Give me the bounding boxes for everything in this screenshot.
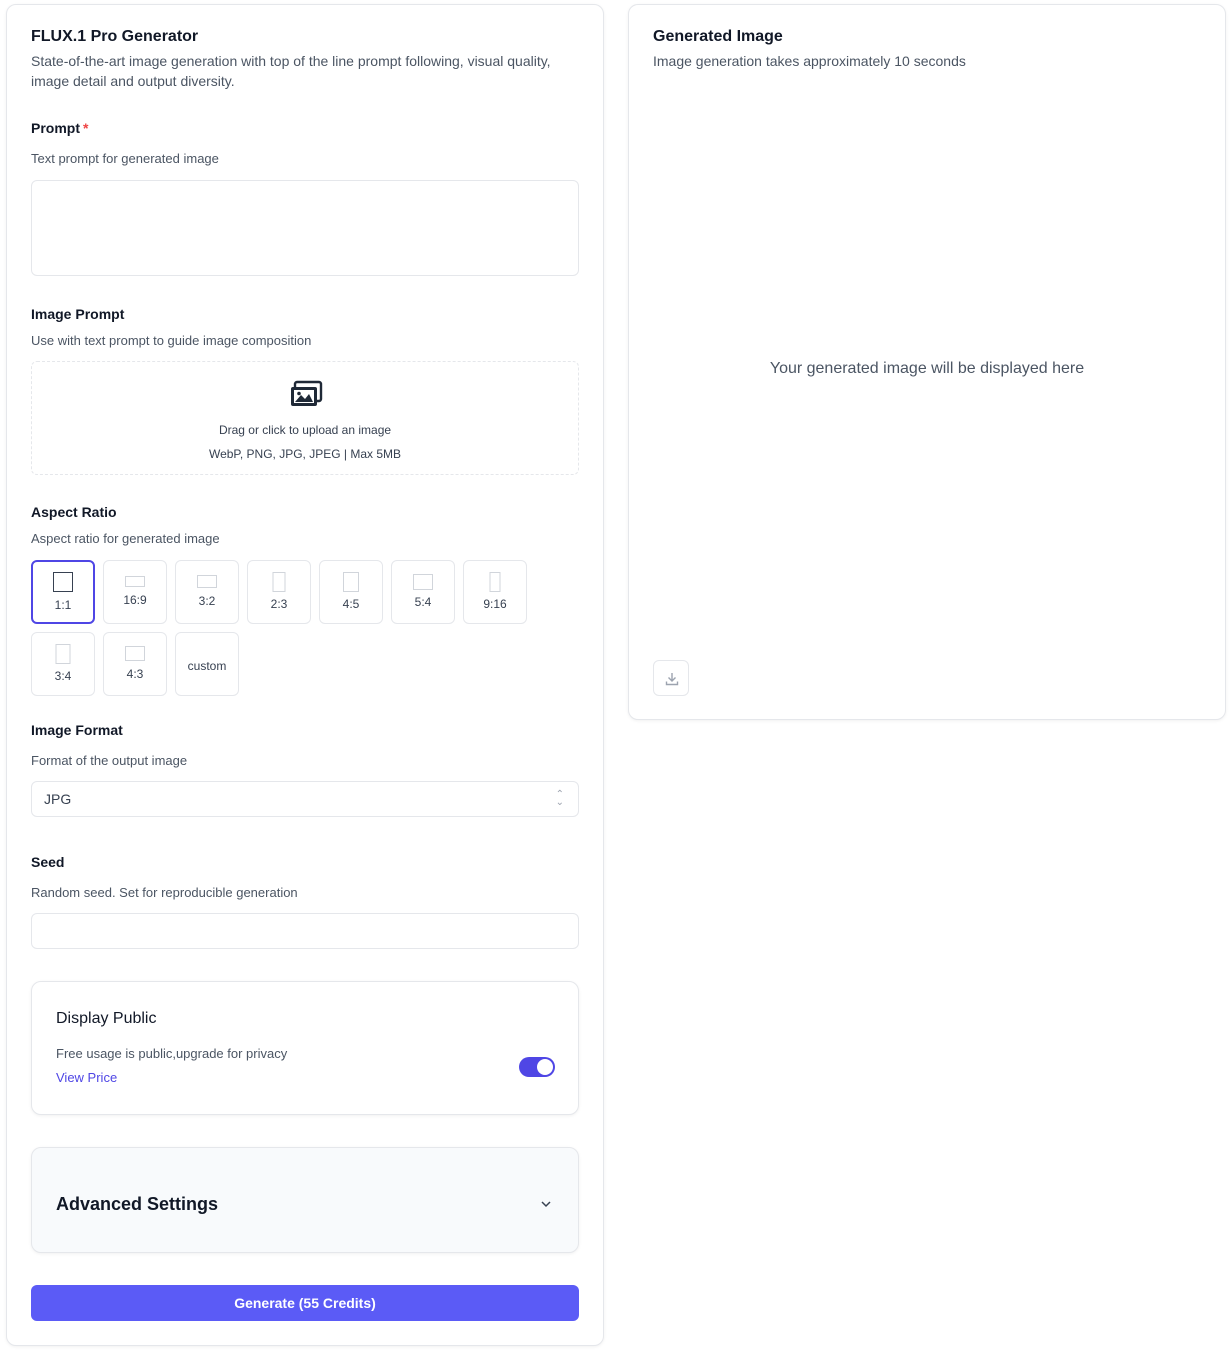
- ratio-shape: [55, 644, 71, 664]
- aspect-option-3-2[interactable]: 3:2: [175, 560, 239, 624]
- display-public-toggle[interactable]: [519, 1057, 555, 1077]
- ratio-label: 16:9: [123, 593, 147, 607]
- toggle-knob: [537, 1059, 553, 1075]
- ratio-shape: [53, 572, 73, 592]
- ratio-shape: [125, 646, 145, 661]
- output-title: Generated Image: [653, 28, 783, 45]
- prompt-label: Prompt *: [31, 120, 88, 136]
- seed-input[interactable]: [31, 913, 579, 949]
- ratio-label: 2:3: [270, 597, 288, 611]
- ratio-shape: [413, 574, 433, 590]
- generator-panel: FLUX.1 Pro Generator State-of-the-art im…: [6, 4, 604, 1346]
- output-panel: Generated Image Image generation takes a…: [628, 4, 1226, 720]
- ratio-label: 1:1: [54, 598, 72, 612]
- output-placeholder: Your generated image will be displayed h…: [769, 360, 1085, 377]
- seed-label: Seed: [31, 854, 65, 870]
- aspect-option-5-4[interactable]: 5:4: [391, 560, 455, 624]
- image-upload-dropzone[interactable]: Drag or click to upload an image WebP, P…: [31, 361, 579, 475]
- images-icon: [291, 380, 323, 406]
- aspect-option-2-3[interactable]: 2:3: [247, 560, 311, 624]
- prompt-textarea[interactable]: [31, 180, 579, 276]
- view-price-link[interactable]: View Price: [56, 1070, 117, 1085]
- download-icon: [665, 673, 679, 686]
- ratio-label: custom: [187, 659, 227, 673]
- aspect-option-4-5[interactable]: 4:5: [319, 560, 383, 624]
- ratio-label: 3:2: [198, 594, 216, 608]
- aspect-option-3-4[interactable]: 3:4: [31, 632, 95, 696]
- aspect-option-custom[interactable]: custom: [175, 632, 239, 696]
- required-mark: *: [83, 120, 89, 136]
- ratio-shape: [272, 572, 286, 592]
- generator-description: State-of-the-art image generation with t…: [31, 53, 551, 89]
- ratio-shape: [343, 572, 359, 592]
- image-format-select[interactable]: JPG ⌃ ⌄: [31, 781, 579, 817]
- ratio-shape: [489, 572, 501, 592]
- upload-formats: WebP, PNG, JPG, JPEG | Max 5MB: [208, 447, 402, 461]
- image-format-help: Format of the output image: [31, 753, 188, 768]
- aspect-option-9-16[interactable]: 9:16: [463, 560, 527, 624]
- aspect-option-1-1[interactable]: 1:1: [31, 560, 95, 624]
- aspect-ratio-help: Aspect ratio for generated image: [31, 531, 220, 546]
- aspect-option-4-3[interactable]: 4:3: [103, 632, 167, 696]
- chevron-down-icon: [541, 1201, 551, 1208]
- image-prompt-label: Image Prompt: [31, 306, 125, 322]
- download-button[interactable]: [653, 660, 689, 696]
- aspect-option-16-9[interactable]: 16:9: [103, 560, 167, 624]
- display-public-title: Display Public: [56, 1010, 157, 1027]
- prompt-help: Text prompt for generated image: [31, 151, 219, 166]
- chevron-up-down-icon: ⌃ ⌄: [555, 789, 564, 808]
- image-prompt-help: Use with text prompt to guide image comp…: [31, 333, 312, 348]
- upload-instructions: Drag or click to upload an image: [218, 423, 392, 437]
- advanced-settings-accordion[interactable]: Advanced Settings: [31, 1147, 579, 1253]
- output-subtitle: Image generation takes approximately 10 …: [653, 53, 966, 69]
- image-format-label: Image Format: [31, 722, 123, 738]
- advanced-settings-title: Advanced Settings: [56, 1194, 219, 1214]
- ratio-label: 9:16: [483, 597, 507, 611]
- ratio-shape: [197, 575, 217, 588]
- generator-title: FLUX.1 Pro Generator: [31, 28, 199, 45]
- ratio-label: 4:3: [126, 667, 144, 681]
- display-public-box: Display Public Free usage is public,upgr…: [31, 981, 579, 1115]
- ratio-label: 5:4: [414, 595, 432, 609]
- seed-help: Random seed. Set for reproducible genera…: [31, 885, 298, 900]
- ratio-shape: [125, 576, 145, 587]
- ratio-label: 3:4: [54, 669, 72, 683]
- image-format-value: JPG: [44, 791, 72, 807]
- prompt-label-text: Prompt: [31, 120, 80, 136]
- ratio-label: 4:5: [342, 597, 360, 611]
- aspect-ratio-label: Aspect Ratio: [31, 504, 117, 520]
- display-public-description: Free usage is public,upgrade for privacy: [56, 1046, 288, 1061]
- generate-button[interactable]: Generate (55 Credits): [31, 1285, 579, 1321]
